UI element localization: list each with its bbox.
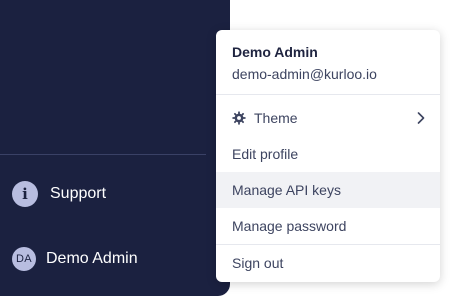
menu-item-edit-profile[interactable]: Edit profile [216,136,440,172]
menu-item-theme[interactable]: Theme [216,100,440,136]
sidebar-user-name: Demo Admin [46,250,138,267]
sidebar-item-support-label: Support [50,185,107,202]
avatar: DA [12,247,36,271]
app-root: i Support DA Demo Admin Demo Admin demo-… [0,0,464,296]
menu-user-email: demo-admin@kurloo.io [232,66,377,82]
menu-item-sign-out-label: Sign out [232,255,284,271]
sidebar-user-menu[interactable]: DA Demo Admin [12,247,138,271]
menu-item-manage-password-label: Manage password [232,218,347,234]
sidebar: i Support DA Demo Admin [0,0,230,296]
info-icon: i [12,181,38,207]
menu-item-manage-api-keys[interactable]: Manage API keys [216,172,440,208]
menu-item-manage-password[interactable]: Manage password [216,208,440,244]
menu-item-sign-out[interactable]: Sign out [216,244,440,281]
sidebar-item-support[interactable]: i Support [12,181,106,207]
gear-icon [232,111,246,125]
menu-item-manage-api-keys-label: Manage API keys [232,182,341,198]
user-dropdown-menu: Demo Admin demo-admin@kurloo.io Theme Ed… [216,30,440,282]
sidebar-divider [0,154,206,155]
menu-user-name: Demo Admin [232,44,318,60]
menu-item-theme-label: Theme [254,110,298,126]
menu-item-edit-profile-label: Edit profile [232,146,299,162]
chevron-right-icon [417,112,425,124]
menu-user-header: Demo Admin demo-admin@kurloo.io [216,30,440,95]
